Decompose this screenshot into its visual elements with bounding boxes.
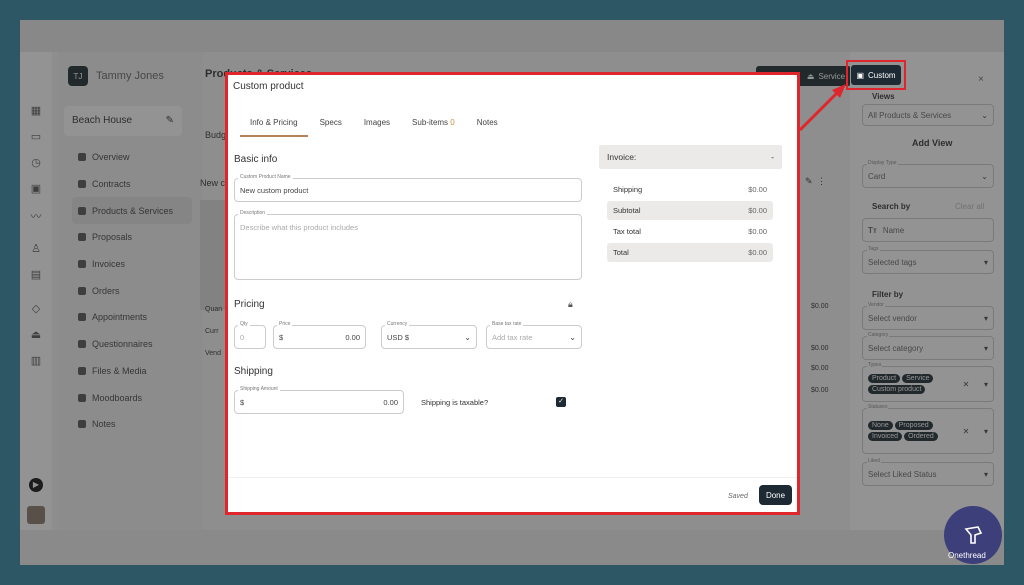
invoice-value: - xyxy=(771,152,774,162)
brand-name: Onethread xyxy=(948,551,986,560)
currency-prefix: $ xyxy=(240,397,245,407)
tab-label: Notes xyxy=(476,118,498,127)
total-value: $0.00 xyxy=(748,248,767,257)
tab-label: Specs xyxy=(319,118,342,127)
chevron-down-icon: ⌄ xyxy=(569,332,576,342)
total-label: Subtotal xyxy=(613,206,641,215)
input-value: New custom product xyxy=(240,185,309,195)
footer-divider xyxy=(228,477,797,478)
done-button[interactable]: Done xyxy=(759,485,792,505)
saved-status: Saved xyxy=(728,493,748,500)
chevron-down-icon: ⌄ xyxy=(464,332,471,342)
tab-specs[interactable]: Specs xyxy=(310,115,352,137)
qty-input[interactable]: Qty 0 xyxy=(234,321,266,349)
modal-tabs: Info & Pricing Specs Images Sub-items 0 … xyxy=(240,115,510,137)
total-label: Total xyxy=(613,248,629,257)
invoice-label: Invoice: xyxy=(607,152,637,162)
field-label: Base tax rate xyxy=(490,321,524,327)
total-value: $0.00 xyxy=(748,185,767,194)
field-label: Qty xyxy=(238,321,250,327)
currency-prefix: $ xyxy=(279,332,284,342)
lock-icon[interactable]: 🔒︎ xyxy=(568,299,573,310)
tab-label: Sub-items xyxy=(412,118,449,127)
tab-label: Images xyxy=(363,118,391,127)
totals-row-tax: Tax total $0.00 xyxy=(607,222,773,241)
shipping-taxable-label: Shipping is taxable? xyxy=(421,398,489,407)
shipping-heading: Shipping xyxy=(234,366,273,377)
select-value: USD $ xyxy=(387,332,410,342)
shipping-taxable-checkbox[interactable]: ✓ xyxy=(556,397,566,407)
tab-info-pricing[interactable]: Info & Pricing xyxy=(240,115,308,137)
totals-row-shipping: Shipping $0.00 xyxy=(607,180,773,199)
total-label: Tax total xyxy=(613,227,641,236)
basic-info-heading: Basic info xyxy=(234,154,278,165)
price-input[interactable]: Price $0.00 xyxy=(273,321,366,349)
totals-row-subtotal: Subtotal $0.00 xyxy=(607,201,773,220)
tab-images[interactable]: Images xyxy=(354,115,400,137)
custom-product-modal: Custom product Info & Pricing Specs Imag… xyxy=(225,72,800,515)
field-label: Shipping Amount xyxy=(238,386,280,392)
invoice-select[interactable]: Invoice: - xyxy=(599,145,782,169)
placeholder: Describe what this product includes xyxy=(240,223,358,232)
custom-button-highlight xyxy=(846,60,906,90)
input-value: 0 xyxy=(240,332,245,342)
field-label: Currency xyxy=(385,321,410,327)
input-value: 0.00 xyxy=(383,397,398,407)
tab-label: Info & Pricing xyxy=(250,118,298,127)
field-label: Custom Product Name xyxy=(238,174,293,180)
input-value: 0.00 xyxy=(345,332,360,342)
currency-select[interactable]: Currency USD $ ⌄ xyxy=(381,321,477,349)
totals-row-total: Total $0.00 xyxy=(607,243,773,262)
total-label: Shipping xyxy=(613,185,643,194)
modal-title: Custom product xyxy=(233,81,304,92)
tab-notes[interactable]: Notes xyxy=(467,115,508,137)
total-value: $0.00 xyxy=(748,206,767,215)
total-value: $0.00 xyxy=(748,227,767,236)
tab-sub-items[interactable]: Sub-items 0 xyxy=(402,115,465,137)
tax-rate-select[interactable]: Base tax rate Add tax rate ⌄ xyxy=(486,321,582,349)
pricing-heading: Pricing xyxy=(234,299,265,310)
field-label: Description xyxy=(238,210,268,216)
shipping-amount-input[interactable]: Shipping Amount $0.00 xyxy=(234,386,404,414)
product-name-input[interactable]: Custom Product Name New custom product xyxy=(234,174,582,202)
field-label: Price xyxy=(277,321,293,327)
logo-mark-icon xyxy=(964,526,983,544)
sub-items-count: 0 xyxy=(450,118,455,127)
placeholder: Add tax rate xyxy=(492,332,533,342)
description-textarea[interactable]: Description Describe what this product in… xyxy=(234,210,582,280)
